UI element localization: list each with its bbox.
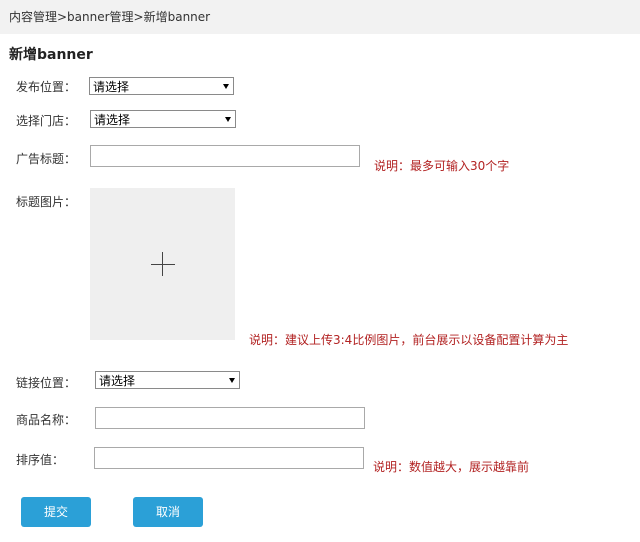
- title-image-label: 标题图片：: [16, 195, 77, 209]
- product-name-label: 商品名称：: [16, 413, 77, 427]
- plus-icon-vertical: [162, 252, 163, 276]
- select-store-value: 请选择: [94, 113, 131, 127]
- breadcrumb: 内容管理>banner管理>新增banner: [0, 0, 640, 34]
- link-position-value: 请选择: [99, 374, 136, 388]
- select-store-label: 选择门店：: [16, 114, 77, 128]
- title-image-note: 说明：建议上传3:4比例图片，前台展示以设备配置计算为主: [249, 333, 569, 347]
- ad-title-label: 广告标题：: [16, 152, 77, 166]
- chevron-down-icon: [225, 117, 231, 122]
- ad-title-input[interactable]: [90, 145, 360, 167]
- cancel-button[interactable]: 取消: [133, 497, 203, 527]
- breadcrumb-text: 内容管理>banner管理>新增banner: [9, 10, 211, 24]
- link-position-label: 链接位置：: [16, 376, 77, 390]
- sort-value-input[interactable]: [94, 447, 364, 469]
- sort-value-label: 排序值：: [16, 453, 65, 467]
- ad-title-note: 说明：最多可输入30个字: [374, 159, 510, 173]
- publish-position-select[interactable]: 请选择: [89, 77, 234, 95]
- plus-icon: [151, 264, 175, 265]
- product-name-input[interactable]: [95, 407, 365, 429]
- sort-value-note: 说明：数值越大，展示越靠前: [373, 460, 530, 474]
- publish-position-value: 请选择: [93, 80, 130, 94]
- chevron-down-icon: [223, 84, 229, 89]
- link-position-select[interactable]: 请选择: [95, 371, 240, 389]
- page-title: 新增banner: [9, 47, 93, 63]
- publish-position-label: 发布位置：: [16, 80, 77, 94]
- select-store-select[interactable]: 请选择: [90, 110, 236, 128]
- chevron-down-icon: [229, 378, 235, 383]
- submit-button[interactable]: 提交: [21, 497, 91, 527]
- image-upload-area[interactable]: [90, 188, 235, 340]
